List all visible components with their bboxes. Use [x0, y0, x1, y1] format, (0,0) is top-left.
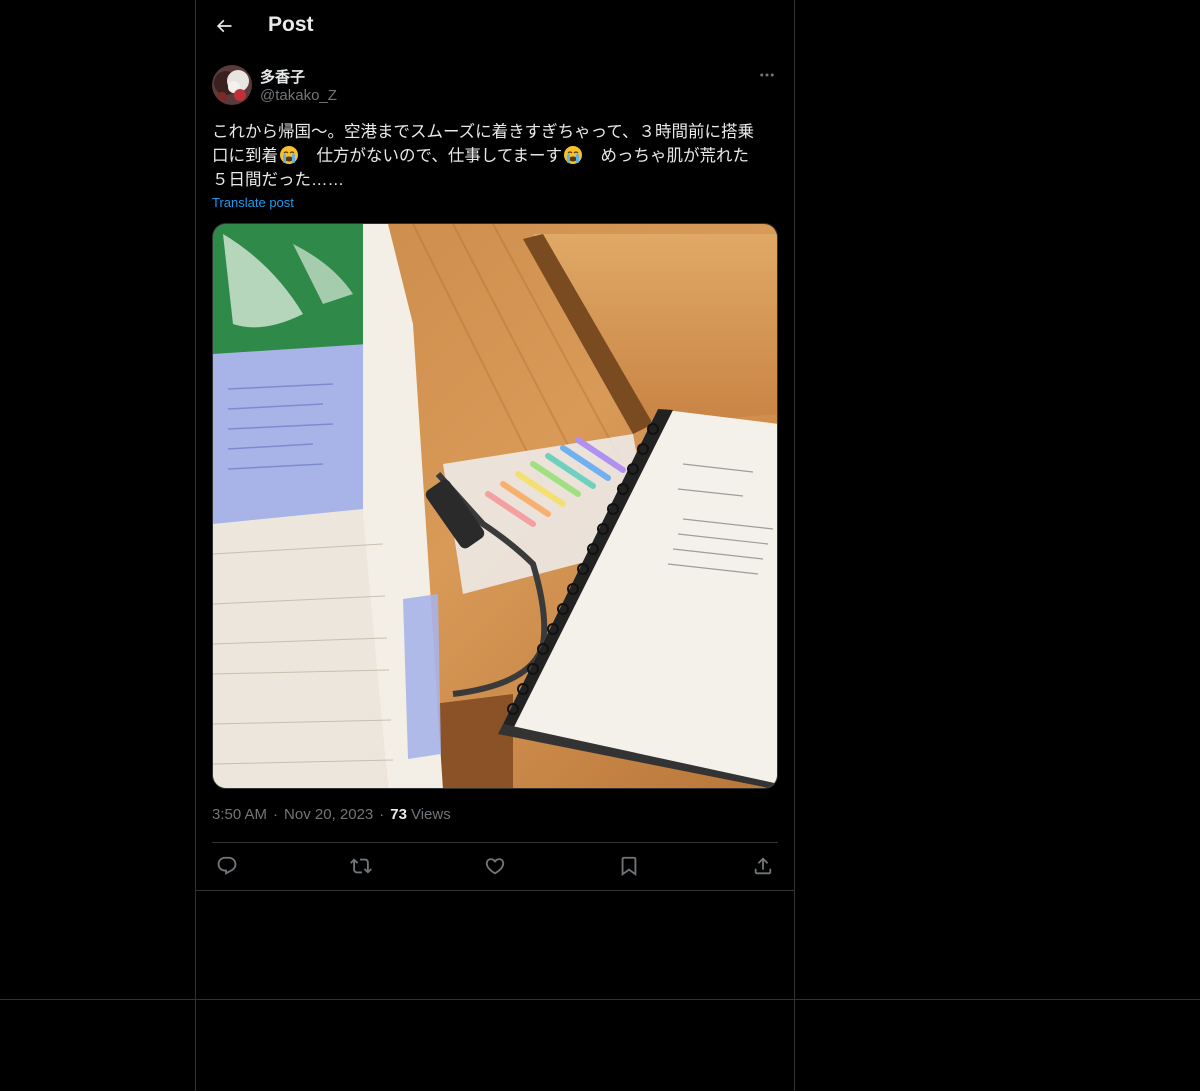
views-count: 73 — [390, 806, 407, 823]
post-text-line2c: めっちゃ肌が荒れた — [584, 147, 750, 165]
bookmark-button[interactable] — [617, 854, 641, 878]
post-date[interactable]: Nov 20, 2023 — [284, 806, 373, 823]
share-icon — [754, 857, 772, 875]
repost-icon — [350, 858, 372, 874]
views-label: Views — [410, 806, 451, 823]
post-text-line2a: 口に到着 — [212, 147, 278, 165]
column-border-right — [794, 0, 795, 1091]
loudly-crying-face-icon — [280, 146, 298, 164]
meta-divider — [212, 842, 778, 843]
page-title: Post — [268, 13, 314, 36]
post-text: これから帰国〜。空港までスムーズに着きすぎちゃって、３時間前に搭乗 口に到着 仕… — [212, 120, 778, 192]
reply-button[interactable] — [215, 854, 239, 878]
post-author: 多香子 @takako_Z — [212, 64, 778, 108]
like-button[interactable] — [483, 854, 507, 878]
author-name[interactable]: 多香子 — [260, 66, 305, 87]
post-meta: 3:50 AM · Nov 20, 2023 · 73 Views — [212, 806, 451, 823]
header: Post — [196, 0, 794, 53]
more-horizontal-icon — [760, 73, 774, 77]
post-text-line1: これから帰国〜。空港までスムーズに着きすぎちゃって、３時間前に搭乗 — [212, 123, 755, 141]
repost-button[interactable] — [349, 854, 373, 878]
reply-icon — [217, 856, 237, 875]
like-icon — [485, 858, 505, 875]
loudly-crying-face-icon — [564, 146, 583, 164]
post-time[interactable]: 3:50 AM — [212, 806, 267, 823]
meta-separator: · — [273, 806, 279, 823]
post-text-line3: ５日間だった…… — [212, 171, 344, 189]
meta-separator: · — [379, 806, 385, 823]
more-options-button[interactable] — [756, 64, 778, 86]
post-image[interactable] — [212, 223, 778, 789]
back-button[interactable] — [210, 12, 238, 40]
bookmark-icon — [621, 856, 637, 877]
avatar[interactable] — [212, 65, 252, 105]
post-column: Post 多香子 @takako_Z これから帰国〜。空港までスムーズに着きすぎ… — [196, 0, 794, 1091]
share-button[interactable] — [751, 854, 775, 878]
arrow-left-icon — [216, 19, 232, 33]
post-text-line2b: 仕方がないので、仕事してまーす — [300, 147, 563, 165]
author-handle[interactable]: @takako_Z — [260, 87, 337, 104]
page: Post 多香子 @takako_Z これから帰国〜。空港までスムーズに着きすぎ… — [0, 0, 1200, 1091]
action-bar — [212, 850, 778, 882]
post-bottom-divider — [196, 890, 794, 891]
translate-post-link[interactable]: Translate post — [212, 195, 294, 210]
